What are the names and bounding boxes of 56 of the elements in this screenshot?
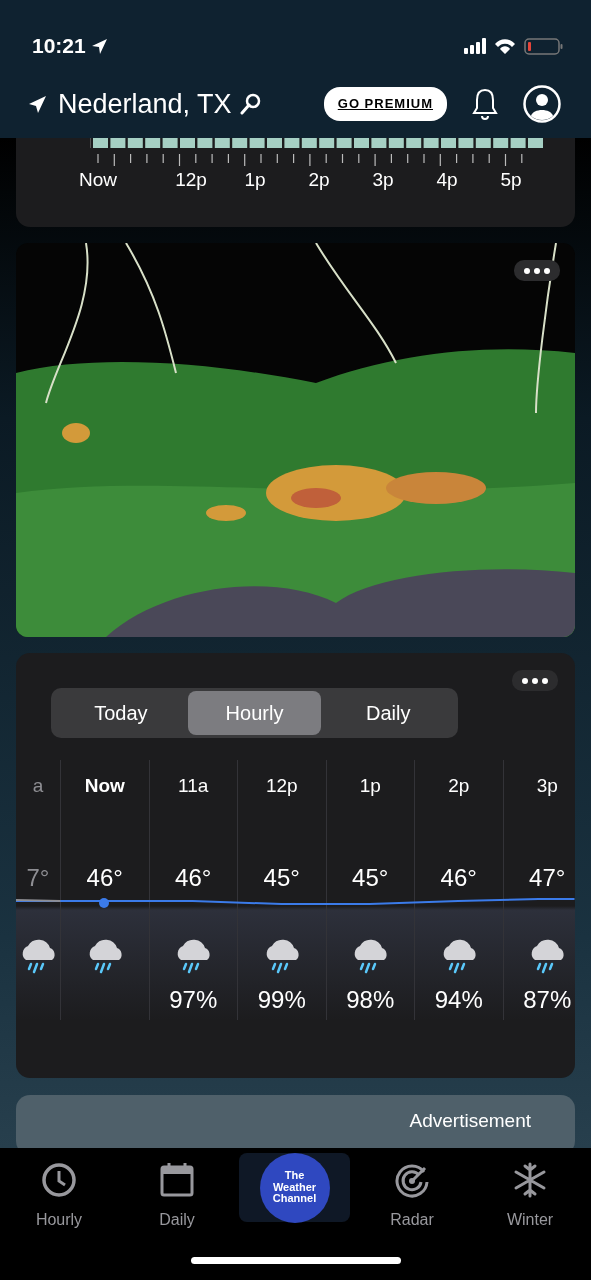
snowflake-icon <box>512 1162 548 1198</box>
precipitation-chance: 87% <box>523 985 572 1015</box>
premium-button[interactable]: GO PREMIUM <box>323 87 447 121</box>
logo-button[interactable]: The Weather Channel <box>259 1152 330 1223</box>
precipitation-chance: 97% <box>169 985 218 1015</box>
temperature: 46° <box>175 863 212 888</box>
more-button[interactable] <box>514 260 560 281</box>
temperature: 46° <box>86 863 123 888</box>
nav-item[interactable]: Radar <box>353 1148 471 1233</box>
bell-icon[interactable] <box>471 88 499 120</box>
time-label: 5p <box>499 168 523 192</box>
hour-label: 11a <box>178 774 209 796</box>
clock-icon <box>41 1162 77 1198</box>
precipitation-chance: 98% <box>346 985 395 1015</box>
hour-label: 12p <box>265 774 298 796</box>
logo-text: Weather <box>272 1181 317 1194</box>
status-time: 10:21 <box>32 33 86 60</box>
temperature: 46° <box>440 863 477 888</box>
battery-icon <box>524 37 563 55</box>
nav-item[interactable]: Daily <box>118 1148 236 1233</box>
logo-text: The <box>284 1170 305 1182</box>
more-button[interactable] <box>512 670 558 691</box>
precipitation-chance: 99% <box>257 985 306 1015</box>
time-label: 1p <box>243 168 267 192</box>
temperature: 7° <box>26 863 50 888</box>
signal-icon <box>464 38 486 54</box>
radar-icon <box>394 1162 430 1198</box>
time-label: 3p <box>371 168 395 192</box>
logo-text: Channel <box>272 1193 317 1205</box>
temperature: 47° <box>529 863 566 888</box>
profile-icon[interactable] <box>523 85 561 123</box>
segment-tab[interactable]: Today <box>54 691 188 735</box>
nav-item[interactable]: Winter <box>471 1148 589 1233</box>
hour-label: Now <box>84 774 125 796</box>
calendar-icon <box>159 1162 195 1198</box>
precipitation-chance: 94% <box>434 985 483 1015</box>
hour-label: 1p <box>359 774 381 796</box>
time-label: Now <box>78 168 118 192</box>
time-label: 2p <box>307 168 331 192</box>
segment-tab[interactable]: Daily <box>321 691 455 735</box>
temperature: 45° <box>263 863 300 888</box>
hour-label: 2p <box>448 774 470 796</box>
more-icon <box>521 676 549 685</box>
location-arrow-icon <box>28 94 47 114</box>
search-icon[interactable] <box>239 93 261 115</box>
segment-tab[interactable]: Hourly <box>187 691 322 735</box>
temperature: 45° <box>352 863 389 888</box>
location-name[interactable]: Nederland, TX <box>58 83 232 125</box>
nav-item[interactable]: Hourly <box>0 1148 118 1233</box>
more-icon <box>523 266 551 275</box>
time-label: 12p <box>174 168 208 192</box>
time-label: 4p <box>435 168 459 192</box>
ad-label: Advertisement <box>409 1109 531 1133</box>
hour-label: a <box>32 774 44 796</box>
wifi-icon <box>494 38 516 54</box>
hour-label: 3p <box>536 774 558 796</box>
